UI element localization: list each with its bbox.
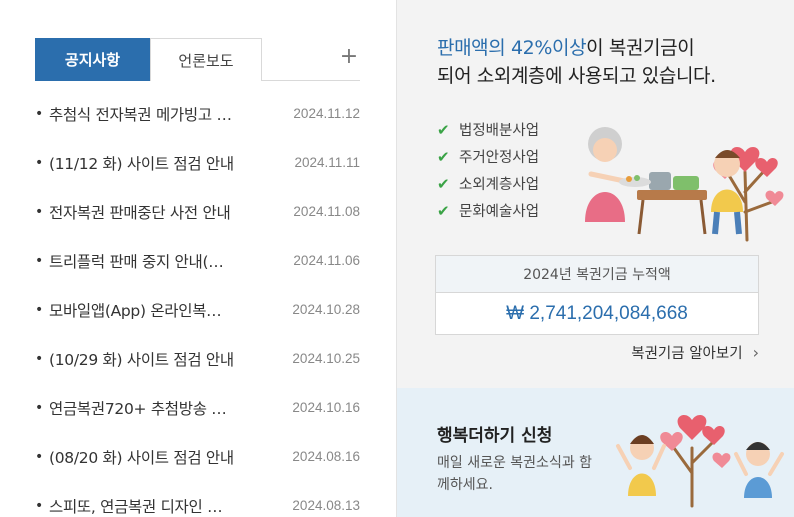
bullet-icon: • [35,497,44,514]
notice-date: 2024.10.16 [292,400,360,415]
bullet-icon: • [35,399,44,416]
check-icon: ✔ [437,201,450,220]
notice-date: 2024.10.25 [292,351,360,366]
list-item[interactable]: • (08/20 화) 사이트 점검 안내 2024.08.16 [35,432,360,481]
bullet-icon: • [35,105,44,122]
notice-date: 2024.10.28 [292,302,360,317]
right-column: 판매액의 42%이상이 복권기금이 되어 소외계층에 사용되고 있습니다. ✔ 법… [396,0,794,517]
list-item[interactable]: • 트리플럭 판매 중지 안내(… 2024.11.06 [35,236,360,285]
lottery-fund-panel: 판매액의 42%이상이 복권기금이 되어 소외계층에 사용되고 있습니다. ✔ 법… [397,0,794,388]
tab-notices[interactable]: 공지사항 [35,38,150,81]
board-tabs: 공지사항 언론보도 + [35,38,360,81]
happy-children-illustration [616,414,784,508]
notice-list: • 추첨식 전자복권 메가빙고 … 2024.11.12 • (11/12 화) 사이… [35,89,360,517]
notice-title[interactable]: (10/29 화) 사이트 점검 안내 [49,348,264,370]
notice-title[interactable]: 트리플럭 판매 중지 안내(… [49,250,264,272]
happy-title: 행복더하기 신청 [437,426,553,446]
check-icon: ✔ [437,174,450,193]
fund-total-box: 2024년 복권기금 누적액 ₩ 2,741,204,084,668 [435,255,759,335]
bullet-icon: • [35,350,44,367]
fund-heading: 판매액의 42%이상이 복권기금이 되어 소외계층에 사용되고 있습니다. [437,34,716,90]
notice-date: 2024.11.12 [293,106,360,121]
notice-title[interactable]: 전자복권 판매중단 사전 안내 [49,201,264,223]
fund-use-item: ✔ 주거안정사업 [437,143,539,170]
fund-use-label: 문화예술사업 [459,204,540,220]
bullet-icon: • [35,448,44,465]
notice-date: 2024.11.08 [293,204,360,219]
fund-uses-list: ✔ 법정배분사업 ✔ 주거안정사업 ✔ 소외계층사업 ✔ 문화예술사업 [437,116,539,224]
fund-use-item: ✔ 문화예술사업 [437,197,539,224]
fund-learn-more-label: 복권기금 알아보기 [631,346,743,362]
fund-total-label: 2024년 복권기금 누적액 [436,256,758,293]
fund-use-label: 법정배분사업 [459,123,540,139]
happiness-apply-banner[interactable]: 행복더하기 신청 매일 새로운 복권소식과 함께하세요. [397,388,794,517]
fund-use-label: 소외계층사업 [459,177,540,193]
check-icon: ✔ [437,120,450,139]
notice-date: 2024.08.13 [292,498,360,513]
list-item[interactable]: • 전자복권 판매중단 사전 안내 2024.11.08 [35,187,360,236]
happy-desc: 매일 새로운 복권소식과 함께하세요. [437,455,593,493]
notice-board: 공지사항 언론보도 + • 추첨식 전자복권 메가빙고 … 2024.11.12 •… [35,38,360,517]
fund-total-amount: ₩ 2,741,204,084,668 [506,303,688,324]
list-item[interactable]: • (10/29 화) 사이트 점검 안내 2024.10.25 [35,334,360,383]
chevron-right-icon: › [752,343,759,362]
bullet-icon: • [35,154,44,171]
fund-heading-highlight: 판매액의 42%이상 [437,37,587,59]
check-icon: ✔ [437,147,450,166]
fund-use-item: ✔ 소외계층사업 [437,170,539,197]
list-item[interactable]: • (11/12 화) 사이트 점검 안내 2024.11.11 [35,138,360,187]
notice-title[interactable]: (08/20 화) 사이트 점검 안내 [49,446,264,468]
fund-heading-rest: 이 복권기금이 [586,37,695,59]
tab-press[interactable]: 언론보도 [150,38,262,81]
sharing-meal-illustration [585,127,784,242]
list-item[interactable]: • 추첨식 전자복권 메가빙고 … 2024.11.12 [35,89,360,138]
notice-title[interactable]: 스피또, 연금복권 디자인 … [49,495,264,517]
list-item[interactable]: • 모바일앱(App) 온라인복… 2024.10.28 [35,285,360,334]
list-item[interactable]: • 스피또, 연금복권 디자인 … 2024.08.13 [35,481,360,517]
notice-title[interactable]: 모바일앱(App) 온라인복… [49,299,264,321]
fund-use-label: 주거안정사업 [459,150,540,166]
notice-title[interactable]: (11/12 화) 사이트 점검 안내 [49,152,264,174]
notice-date: 2024.08.16 [292,449,360,464]
bullet-icon: • [35,252,44,269]
fund-learn-more-link[interactable]: 복권기금 알아보기 › [631,342,759,363]
list-item[interactable]: • 연금복권720+ 추첨방송 … 2024.10.16 [35,383,360,432]
notice-date: 2024.11.06 [293,253,360,268]
notice-title[interactable]: 연금복권720+ 추첨방송 … [49,397,264,419]
bullet-icon: • [35,301,44,318]
more-plus-button[interactable]: + [338,46,360,70]
notice-title[interactable]: 추첨식 전자복권 메가빙고 … [49,103,264,125]
notice-date: 2024.11.11 [294,155,360,170]
bullet-icon: • [35,203,44,220]
fund-heading-line2: 되어 소외계층에 사용되고 있습니다. [437,65,716,87]
fund-use-item: ✔ 법정배분사업 [437,116,539,143]
